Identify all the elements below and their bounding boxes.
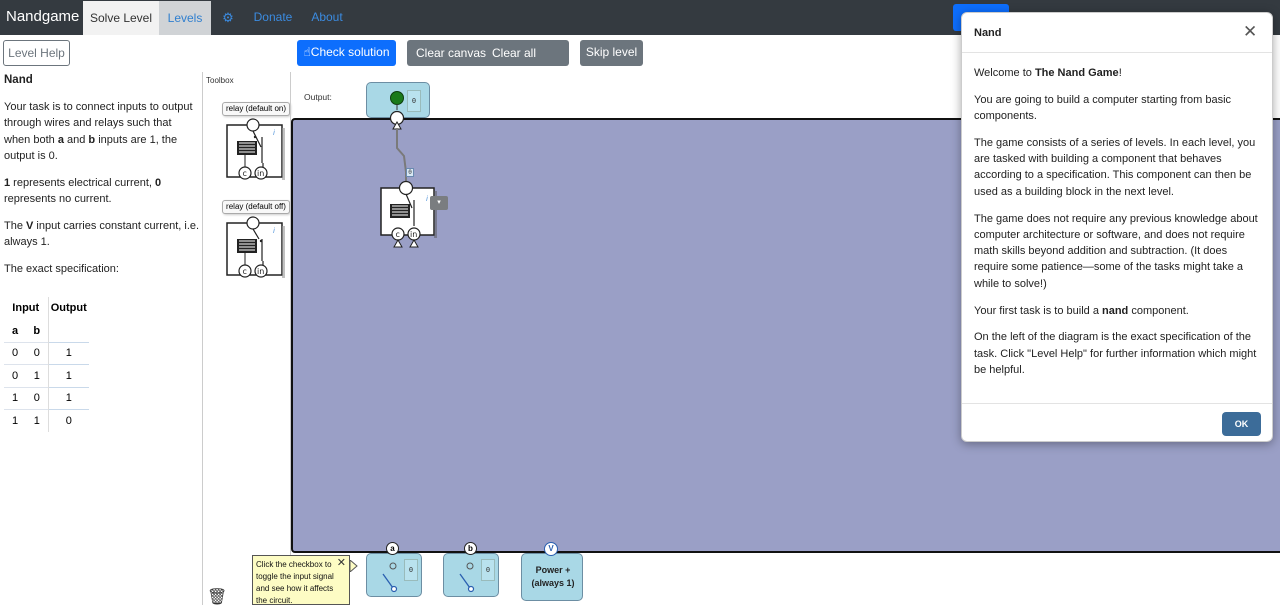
table-cell: 0 [4, 341, 26, 365]
toolbox-relay-default-off[interactable]: i c in [225, 215, 289, 279]
relay-on-icon: i c in [226, 118, 285, 180]
pointer-hand-icon: ☝ [303, 45, 311, 59]
modal-paragraph-5: Your first task is to build a nand compo… [974, 304, 1189, 317]
toolbox-title: Toolbox [206, 76, 234, 85]
level-description: Nand Your task is to connect inputs to o… [4, 72, 200, 287]
relay-default-on-label: relay (default on) [222, 102, 290, 116]
clear-canvas-button[interactable]: Clear canvas [416, 40, 486, 66]
input-b-node[interactable]: 0 [443, 553, 499, 597]
brand-logo[interactable]: Nandgame [6, 8, 79, 25]
clear-button-group: Clear canvas Clear all levels [407, 40, 569, 86]
table-col-b: b [33, 324, 41, 337]
link-about[interactable]: About [308, 0, 346, 35]
modal-close-icon[interactable]: ✕ [1243, 22, 1257, 42]
description-paragraph-3: The V input carries constant current, i.… [4, 219, 200, 249]
table-cell: 1 [4, 386, 26, 410]
trash-icon[interactable]: 🗑 [207, 587, 227, 605]
relay-dropdown-icon[interactable]: ▾ [430, 196, 448, 210]
modal-paragraph-6: On the left of the diagram is the exact … [974, 331, 1257, 376]
svg-text:in: in [410, 230, 417, 239]
level-title: Nand [4, 74, 33, 86]
modal-body: Welcome to The Nand Game! You are going … [974, 65, 1264, 389]
check-solution-button[interactable]: ☝Check solution [297, 40, 396, 66]
table-cell: 0 [26, 386, 48, 410]
description-paragraph-2: 1 represents electrical current, 0 repre… [4, 176, 162, 206]
input-b-value: 0 [481, 559, 495, 581]
check-solution-label: Check solution [310, 45, 390, 59]
toolbox-panel: Toolbox relay (default on) i c in relay … [202, 72, 291, 605]
switch-b-icon [459, 562, 475, 593]
modal-title: Nand [974, 27, 1002, 39]
tab-solve-level[interactable]: Solve Level [83, 1, 159, 35]
table-cell: 1 [26, 409, 48, 432]
tooltip-close-icon[interactable]: ✕ [337, 557, 346, 569]
level-help-button[interactable]: Level Help [3, 40, 70, 66]
modal-paragraph-2: You are going to build a computer starti… [974, 93, 1232, 123]
table-cell: 1 [47, 364, 89, 387]
settings-gear-icon[interactable]: ⚙ [218, 0, 238, 35]
modal-ok-button[interactable]: OK [1222, 412, 1261, 436]
power-line2: (always 1) [531, 578, 575, 588]
output-label: Output: [304, 92, 332, 102]
skip-level-button[interactable]: Skip level [580, 40, 643, 66]
table-cell: 1 [47, 386, 89, 410]
table-cell: 0 [26, 341, 48, 365]
modal-footer: OK [962, 403, 1272, 443]
svg-text:i: i [426, 195, 428, 203]
switch-a-icon [382, 562, 398, 593]
svg-text:i: i [273, 227, 275, 235]
input-a-value: 0 [404, 559, 418, 581]
modal-header: Nand ✕ [962, 13, 1272, 53]
svg-text:c: c [243, 169, 247, 178]
power-node[interactable]: Power + (always 1) [521, 553, 583, 601]
svg-text:in: in [257, 169, 264, 178]
input-a-label: a [386, 542, 399, 555]
description-paragraph-1: Your task is to connect inputs to output… [4, 100, 193, 163]
table-header-output: Output [47, 297, 89, 320]
input-toggle-tooltip: Click the checkbox to toggle the input s… [252, 555, 350, 605]
svg-text:c: c [396, 230, 400, 239]
table-cell: 1 [26, 364, 48, 387]
modal-paragraph-4: The game does not require any previous k… [974, 212, 1258, 290]
welcome-modal: Nand ✕ Welcome to The Nand Game! You are… [961, 12, 1273, 442]
modal-paragraph-welcome: Welcome to The Nand Game! [974, 67, 1122, 79]
canvas-wire-and-relay: i c in [380, 110, 437, 248]
clear-all-levels-button[interactable]: Clear all levels [492, 40, 569, 92]
tooltip-pointer-icon [350, 560, 358, 572]
tooltip-text: Click the checkbox to toggle the input s… [256, 560, 334, 605]
table-cell: 1 [47, 341, 89, 365]
svg-text:i: i [273, 129, 275, 137]
toolbox-relay-default-on[interactable]: i c in [225, 117, 289, 181]
table-row: 0 0 1 [4, 341, 89, 365]
table-cell: 1 [4, 409, 26, 432]
tab-levels[interactable]: Levels [159, 1, 211, 35]
relay-default-off-label: relay (default off) [222, 200, 290, 214]
table-row: 1 0 1 [4, 386, 89, 410]
table-row: 0 1 1 [4, 364, 89, 387]
link-donate[interactable]: Donate [251, 0, 295, 35]
table-col-a: a [11, 324, 19, 337]
modal-paragraph-3: The game consists of a series of levels.… [974, 136, 1256, 198]
input-b-label: b [464, 542, 477, 555]
table-col-output [47, 319, 89, 342]
table-cell: 0 [4, 364, 26, 387]
relay-off-icon: i c in [226, 216, 285, 278]
wire-value-badge: 0 [406, 168, 414, 177]
table-cell: 0 [47, 409, 89, 432]
power-v-label: V [544, 542, 558, 556]
svg-text:c: c [243, 267, 247, 276]
description-paragraph-4: The exact specification: [4, 262, 119, 275]
svg-text:in: in [257, 267, 264, 276]
table-row: 1 1 0 [4, 409, 89, 432]
input-a-node[interactable]: 0 [366, 553, 422, 597]
power-line1: Power + [535, 565, 571, 575]
table-header-input: Input [12, 302, 40, 315]
specification-table: Input Output a b 0 0 1 0 1 1 1 0 1 1 1 0 [4, 297, 89, 432]
